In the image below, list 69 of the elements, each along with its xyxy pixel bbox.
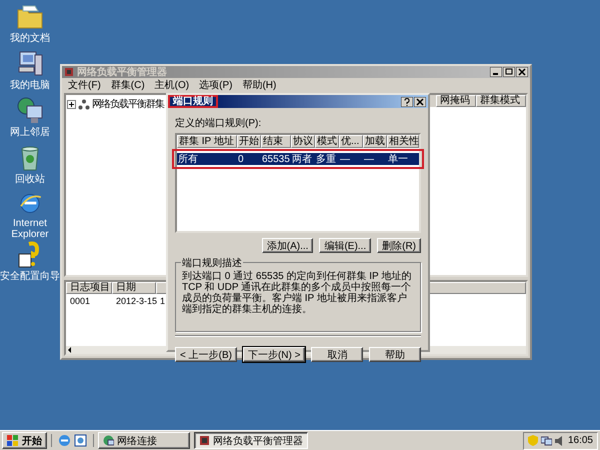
cluster-icon xyxy=(78,98,90,110)
wizard-button[interactable]: 帮助 xyxy=(369,347,421,362)
close-button[interactable] xyxy=(516,67,528,77)
app-icon xyxy=(64,67,74,77)
description-text: 到达端口 0 通过 65535 的定向到任何群集 IP 地址的 TCP 和 UDP 通讯在此群集的多个成员中按照每一个成员的负荷量平衡。客户端 IP 地址被用来指派客户端到指定的群集主机的连接。 xyxy=(182,271,412,315)
minimize-button[interactable] xyxy=(490,67,502,77)
scroll-left-arrow-icon[interactable] xyxy=(66,346,74,354)
desktop-icon-label[interactable]: 我的电脑 xyxy=(10,80,50,91)
rule-button[interactable]: 编辑(E)... xyxy=(319,238,372,253)
speaker-icon[interactable] xyxy=(554,436,565,446)
tree-item[interactable]: 网络负载平衡群集 xyxy=(92,97,164,111)
start-button[interactable]: 开始 xyxy=(2,432,47,449)
column-header[interactable]: 开始 xyxy=(237,135,261,148)
taskbar-button[interactable]: 网络连接 xyxy=(98,432,190,449)
maximize-button[interactable] xyxy=(503,67,515,77)
desktop-icon-label[interactable]: Internet Explorer xyxy=(0,218,60,240)
help-button[interactable] xyxy=(401,96,413,106)
table-cell-text: 0 xyxy=(237,154,245,164)
column-header[interactable]: 模式 xyxy=(315,135,339,148)
table-cell-text: — xyxy=(363,154,375,164)
rule-button[interactable]: 删除(R) xyxy=(377,238,421,253)
expand-icon[interactable] xyxy=(67,100,76,108)
menu-item[interactable]: 主机(O) xyxy=(154,78,190,92)
network-icon[interactable] xyxy=(540,435,552,446)
desktop-icon-label[interactable]: 网上邻居 xyxy=(10,127,50,138)
app-icon xyxy=(199,435,210,446)
table-row[interactable]: 所有 0 65535 两者 多重 — — 单一 xyxy=(177,153,419,165)
table-cell-text: — xyxy=(339,154,351,164)
table-cell-text: 所有 xyxy=(177,152,199,166)
console-icon[interactable] xyxy=(74,434,87,447)
desktop-icon-label[interactable]: 我的文档 xyxy=(10,33,50,44)
menu-item[interactable]: 文件(F) xyxy=(68,78,101,92)
wizard-button[interactable]: < 上一步(B) xyxy=(175,347,237,362)
menu-item[interactable]: 群集(C) xyxy=(110,78,145,92)
column-header[interactable]: 结束 xyxy=(261,135,291,148)
group-title: 端口规则描述 xyxy=(181,256,243,270)
dialog-title: 端口规则 xyxy=(173,96,213,107)
desktop-icon-label[interactable]: 回收站 xyxy=(15,174,45,185)
column-header[interactable]: 群集 IP 地址 xyxy=(177,135,237,148)
column-header[interactable]: 协议 xyxy=(291,135,315,148)
column-header[interactable]: 优... xyxy=(339,135,363,148)
taskbar-button[interactable]: 网络负载平衡管理器 xyxy=(194,432,308,449)
windows-logo-icon xyxy=(7,434,19,446)
column-header[interactable]: 日期 xyxy=(112,282,156,294)
table-cell: 65535 xyxy=(261,154,291,164)
close-button[interactable] xyxy=(414,96,426,106)
menu-item[interactable]: 选项(P) xyxy=(199,78,232,92)
desktop-icon-label[interactable]: 安全配置向导 xyxy=(0,271,60,282)
globe-icon[interactable] xyxy=(58,434,71,447)
column-header[interactable]: 网掩码 xyxy=(436,95,476,107)
wizard-button[interactable]: 下一步(N) > xyxy=(242,347,306,362)
table-cell-text: 两者 xyxy=(291,152,313,166)
table-cell-text: 多重 xyxy=(315,152,337,166)
table-cell-text: 0001 xyxy=(69,296,92,306)
column-header[interactable]: 相关性 xyxy=(387,135,419,148)
menu-item[interactable]: 帮助(H) xyxy=(242,78,276,92)
list-label: 定义的端口规则(P): xyxy=(175,116,262,130)
window-title: 网络负载平衡管理器 xyxy=(77,66,168,79)
column-header[interactable]: 群集模式 xyxy=(476,95,526,107)
network-icon xyxy=(103,435,114,446)
table-cell-text: 2012-3-15 xyxy=(115,296,156,306)
table-cell-text: 单一 xyxy=(387,152,409,166)
rule-button[interactable]: 添加(A)... xyxy=(262,238,314,253)
table-cell-text: 1 xyxy=(159,296,166,306)
column-header[interactable]: 加载 xyxy=(363,135,387,148)
network-computer-icon[interactable] xyxy=(15,96,45,126)
column-header[interactable]: 日志项目 xyxy=(66,282,112,294)
wizard-button[interactable]: 取消 xyxy=(311,347,364,362)
clock: 16:05 xyxy=(568,435,593,446)
